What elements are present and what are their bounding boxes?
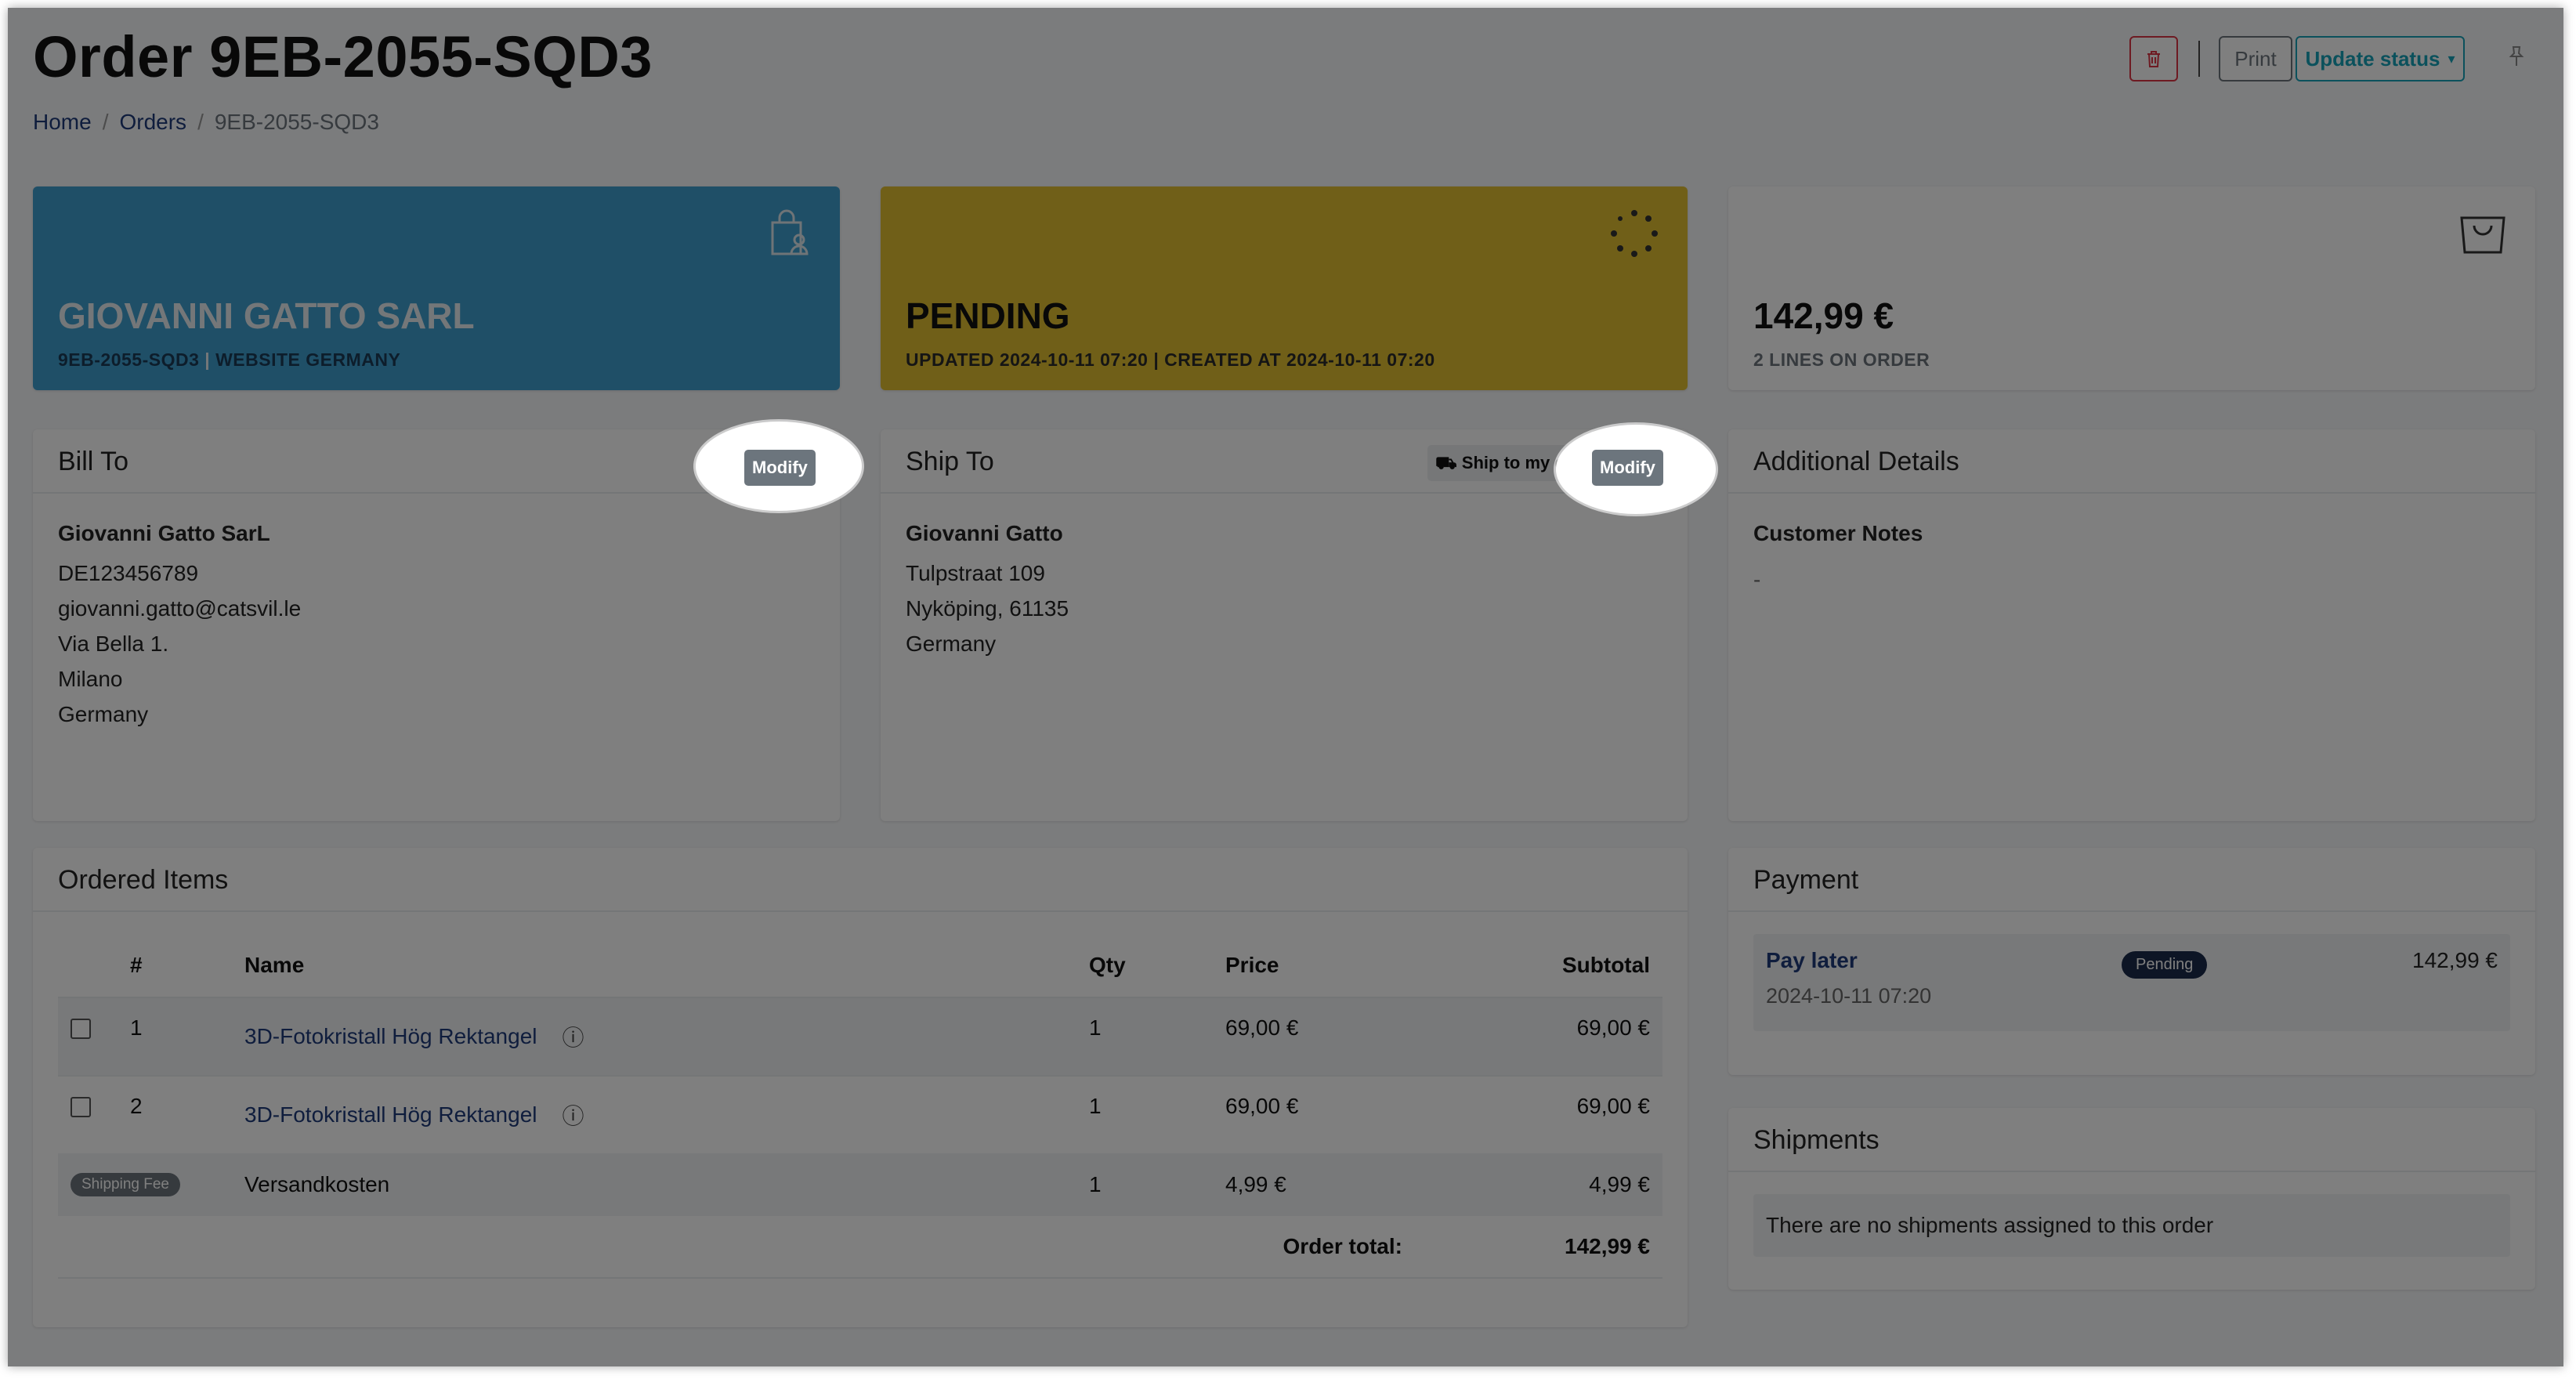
shipping-qty: 1 <box>1089 1172 1102 1196</box>
shopping-bag-icon <box>2458 208 2507 259</box>
row-select-checkbox[interactable] <box>71 1019 91 1039</box>
meta-separator: | <box>199 349 216 370</box>
payment-status-badge: Pending <box>2122 951 2208 979</box>
shipping-price: 4,99 € <box>1225 1172 1286 1196</box>
ship-to-address: Giovanni Gatto Tulpstraat 109 Nyköping, … <box>881 494 1688 683</box>
status-timestamps: UPDATED 2024-10-11 07:20 | CREATED AT 20… <box>906 349 1435 370</box>
shipping-fee-badge: Shipping Fee <box>71 1173 180 1196</box>
caret-down-icon: ▾ <box>2448 50 2455 67</box>
bill-to-line: Via Bella 1. <box>58 632 169 656</box>
bill-to-line: giovanni.gatto@catsvil.le <box>58 596 302 621</box>
row-select-checkbox[interactable] <box>71 1097 91 1117</box>
order-total-label: Order total: <box>1283 1234 1402 1258</box>
print-button[interactable]: Print <box>2219 36 2292 81</box>
update-status-label: Update status <box>2305 46 2440 71</box>
row-number: 1 <box>130 1015 143 1040</box>
bill-to-address: Giovanni Gatto SarL DE123456789 giovanni… <box>33 494 840 754</box>
row-qty: 1 <box>1089 1094 1102 1118</box>
row-subtotal: 69,00 € <box>1576 1015 1650 1040</box>
payment-method-link[interactable]: Pay later <box>1766 948 1858 973</box>
product-link[interactable]: 3D-Fotokristall Hög Rektangel <box>244 1024 537 1049</box>
customer-meta: 9EB-2055-SQD3 | WEBSITE GERMANY <box>58 349 400 371</box>
bill-to-line: Germany <box>58 702 149 726</box>
update-status-button[interactable]: Update status ▾ <box>2296 36 2465 81</box>
breadcrumb-separator: / <box>197 110 204 134</box>
breadcrumb-orders[interactable]: Orders <box>119 110 186 134</box>
customer-notes-section: Customer Notes - <box>1728 494 2535 619</box>
row-subtotal: 69,00 € <box>1576 1094 1650 1118</box>
toolbar-divider <box>2198 41 2200 77</box>
shipments-card: Shipments There are no shipments assigne… <box>1728 1108 2535 1290</box>
ship-to-line: Nyköping, 61135 <box>906 596 1069 621</box>
order-total-card: 142,99 € 2 LINES ON ORDER <box>1728 186 2535 390</box>
breadcrumb-current: 9EB-2055-SQD3 <box>214 110 379 134</box>
row-price: 69,00 € <box>1225 1094 1299 1118</box>
ordered-items-card: Ordered Items # Name Qty Price Subtotal … <box>33 848 1688 1327</box>
table-header: # Name Qty Price Subtotal <box>58 934 1662 997</box>
customer-summary-card: GIOVANNI GATTO SARL 9EB-2055-SQD3 | WEBS… <box>33 186 840 390</box>
customer-name: GIOVANNI GATTO SARL <box>58 295 475 336</box>
bill-to-modify-button[interactable]: Modify <box>744 450 816 486</box>
page-title: Order 9EB-2055-SQD3 <box>33 24 653 89</box>
order-status-card: PENDING UPDATED 2024-10-11 07:20 | CREAT… <box>881 186 1688 390</box>
bill-to-name: Giovanni Gatto SarL <box>58 521 270 545</box>
order-total-row: Order total: 142,99 € <box>58 1216 1662 1279</box>
row-number: 2 <box>130 1094 143 1118</box>
order-id: 9EB-2055-SQD3 <box>58 349 200 370</box>
order-total-amount: 142,99 € <box>1753 295 1894 336</box>
payment-amount: 142,99 € <box>2412 948 2498 972</box>
bill-to-line: Milano <box>58 667 123 691</box>
breadcrumb-separator: / <box>102 110 109 134</box>
shipping-subtotal: 4,99 € <box>1589 1172 1650 1196</box>
row-price: 69,00 € <box>1225 1015 1299 1040</box>
sales-channel: WEBSITE GERMANY <box>215 349 401 370</box>
column-header-subtotal: Subtotal <box>1562 953 1650 977</box>
order-status: PENDING <box>906 295 1070 336</box>
ship-to-modify-button[interactable]: Modify <box>1592 450 1663 486</box>
truck-icon: ⛟ <box>1435 453 1462 472</box>
order-total-value: 142,99 € <box>1565 1234 1650 1258</box>
payment-card: Payment Pay later Pending 142,99 € 2024-… <box>1728 848 2535 1075</box>
ordered-items-table: # Name Qty Price Subtotal 1 3D-Fotokrist… <box>58 934 1662 1279</box>
info-circle-icon[interactable]: ⓘ <box>563 1021 584 1052</box>
shipping-fee-row: Shipping Fee Versandkosten 1 4,99 € 4,99… <box>58 1153 1662 1216</box>
shopping-bag-person-icon <box>768 208 812 262</box>
shipments-title: Shipments <box>1728 1108 2535 1172</box>
order-lines-count: 2 LINES ON ORDER <box>1753 349 1930 370</box>
spinner-icon <box>1609 208 1659 262</box>
ordered-items-title: Ordered Items <box>33 848 1688 912</box>
additional-details-card: Additional Details Customer Notes - <box>1728 429 2535 821</box>
info-circle-icon[interactable]: ⓘ <box>563 1099 584 1131</box>
bill-to-line: DE123456789 <box>58 561 199 585</box>
customer-notes-title: Customer Notes <box>1753 521 1923 545</box>
delete-order-button[interactable] <box>2129 36 2178 81</box>
ship-to-line: Germany <box>906 632 997 656</box>
table-row: 1 3D-Fotokristall Hög Rektangel ⓘ 1 69,0… <box>58 997 1662 1075</box>
column-header-name: Name <box>244 953 305 977</box>
column-header-price: Price <box>1225 953 1279 977</box>
payment-title: Payment <box>1728 848 2535 912</box>
pin-icon[interactable] <box>2509 45 2524 73</box>
additional-details-title: Additional Details <box>1728 429 2535 494</box>
product-link[interactable]: 3D-Fotokristall Hög Rektangel <box>244 1102 537 1127</box>
ship-to-line: Tulpstraat 109 <box>906 561 1045 585</box>
column-header-qty: Qty <box>1089 953 1126 977</box>
ship-to-name: Giovanni Gatto <box>906 521 1063 545</box>
app-window: Order 9EB-2055-SQD3 Home / Orders / 9EB-2055… <box>8 8 2563 1366</box>
shipments-empty-message: There are no shipments assigned to this … <box>1753 1194 2510 1257</box>
payment-date: 2024-10-11 07:20 <box>1766 984 1932 1008</box>
row-qty: 1 <box>1089 1015 1102 1040</box>
breadcrumb: Home / Orders / 9EB-2055-SQD3 <box>33 110 379 135</box>
payment-entry: Pay later Pending 142,99 € 2024-10-11 07… <box>1753 934 2510 1031</box>
breadcrumb-home[interactable]: Home <box>33 110 92 134</box>
shipping-name: Versandkosten <box>244 1172 390 1196</box>
customer-notes-value: - <box>1753 567 1761 592</box>
table-row: 2 3D-Fotokristall Hög Rektangel ⓘ 1 69,0… <box>58 1075 1662 1153</box>
trash-icon <box>2147 51 2160 67</box>
column-header-number: # <box>130 953 143 977</box>
